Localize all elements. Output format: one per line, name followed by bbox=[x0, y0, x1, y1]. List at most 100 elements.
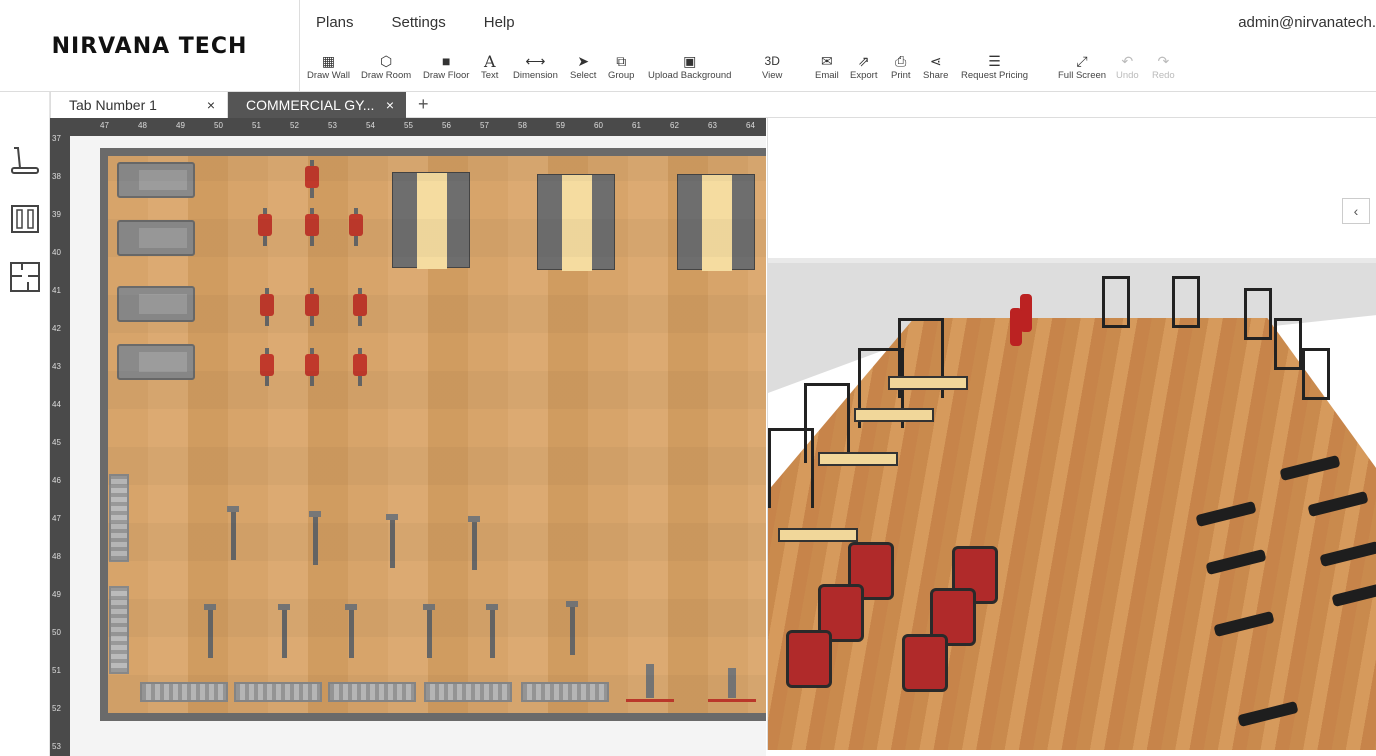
power-rack[interactable] bbox=[392, 172, 470, 269]
dumbbell-rack[interactable] bbox=[424, 682, 512, 702]
undo-button[interactable]: ↶ Undo bbox=[1116, 52, 1139, 82]
3d-cable-station[interactable] bbox=[1244, 288, 1272, 340]
ruler-tick-label: 42 bbox=[52, 324, 61, 333]
draw-wall-button[interactable]: ▦ Draw Wall bbox=[307, 52, 350, 82]
menu-help[interactable]: Help bbox=[484, 14, 515, 31]
3d-spin-bike[interactable] bbox=[902, 634, 948, 692]
weight-bench[interactable] bbox=[385, 514, 399, 568]
ruler-tick-label: 64 bbox=[746, 121, 755, 130]
menu-plans[interactable]: Plans bbox=[316, 14, 354, 31]
3d-punching-bag[interactable] bbox=[1010, 308, 1022, 346]
treadmill[interactable] bbox=[117, 220, 195, 256]
menu-settings[interactable]: Settings bbox=[392, 14, 446, 31]
power-rack[interactable] bbox=[677, 174, 755, 271]
ruler-tick-label: 61 bbox=[632, 121, 641, 130]
cable-machine[interactable] bbox=[708, 668, 756, 702]
redo-button[interactable]: ↷ Redo bbox=[1152, 52, 1175, 82]
ruler-tick-label: 62 bbox=[670, 121, 679, 130]
weight-bench[interactable] bbox=[308, 511, 322, 565]
user-email[interactable]: admin@nirvanatech. bbox=[1238, 14, 1376, 31]
spin-bike[interactable] bbox=[301, 156, 323, 202]
spin-bike[interactable] bbox=[349, 284, 371, 330]
tab-number-1[interactable]: Tab Number 1 × bbox=[50, 92, 228, 118]
spin-bike[interactable] bbox=[256, 284, 278, 330]
expand-icon: ⤢ bbox=[1076, 52, 1088, 69]
group-icon: ⧉ bbox=[616, 52, 627, 69]
select-button[interactable]: ➤ Select bbox=[570, 52, 596, 82]
weight-bench[interactable] bbox=[422, 604, 436, 658]
ruler-tick-label: 58 bbox=[518, 121, 527, 130]
close-icon[interactable]: × bbox=[386, 97, 394, 113]
3d-power-rack[interactable] bbox=[768, 428, 814, 508]
ruler-tick-label: 45 bbox=[52, 438, 61, 447]
3d-view-button[interactable]: 3D View bbox=[762, 52, 782, 81]
ruler-tick-label: 38 bbox=[52, 172, 61, 181]
dumbbell-rack[interactable] bbox=[140, 682, 228, 702]
ruler-tick-label: 47 bbox=[100, 121, 109, 130]
weight-bench[interactable] bbox=[344, 604, 358, 658]
request-pricing-button[interactable]: ☰ Request Pricing bbox=[961, 52, 1028, 82]
spin-bike[interactable] bbox=[345, 204, 367, 250]
3d-spin-bike[interactable] bbox=[786, 630, 832, 688]
treadmill[interactable] bbox=[117, 162, 195, 198]
weight-bench[interactable] bbox=[277, 604, 291, 658]
cable-machine[interactable] bbox=[626, 664, 674, 702]
text-button[interactable]: A Text bbox=[481, 52, 498, 82]
group-button[interactable]: ⧉ Group bbox=[608, 52, 634, 82]
spin-bike[interactable] bbox=[301, 204, 323, 250]
upload-background-button[interactable]: ▣ Upload Background bbox=[648, 52, 731, 82]
weight-bench[interactable] bbox=[467, 516, 481, 570]
export-button[interactable]: ⇗ Export bbox=[850, 52, 877, 82]
gym-room[interactable] bbox=[100, 148, 766, 721]
spin-bike[interactable] bbox=[254, 204, 276, 250]
spin-bike[interactable] bbox=[349, 344, 371, 390]
treadmill[interactable] bbox=[117, 344, 195, 380]
weight-bench[interactable] bbox=[565, 601, 579, 655]
power-rack[interactable] bbox=[537, 174, 615, 271]
ruler-tick-label: 48 bbox=[52, 552, 61, 561]
dumbbell-rack[interactable] bbox=[234, 682, 322, 702]
rack-icon[interactable] bbox=[8, 202, 42, 236]
export-icon: ⇗ bbox=[857, 52, 870, 69]
dumbbell-rack[interactable] bbox=[521, 682, 609, 702]
3d-platform bbox=[818, 452, 898, 466]
tab-label: COMMERCIAL GY... bbox=[246, 97, 375, 113]
floorplan-icon[interactable] bbox=[8, 260, 42, 294]
email-button[interactable]: ✉ Email bbox=[815, 52, 839, 82]
close-icon[interactable]: × bbox=[207, 97, 215, 113]
chevron-left-icon[interactable]: ‹ bbox=[1342, 198, 1370, 224]
dimension-button[interactable]: ⟷ Dimension bbox=[513, 52, 558, 82]
plan-2d-canvas[interactable]: 47 48 49 50 51 52 53 54 55 56 57 58 59 60 61 62 63 64 37 3… bbox=[50, 118, 766, 756]
dumbbell-rack[interactable] bbox=[109, 474, 129, 562]
ruler-tick-label: 63 bbox=[708, 121, 717, 130]
weight-bench[interactable] bbox=[203, 604, 217, 658]
weight-bench[interactable] bbox=[226, 506, 240, 560]
full-screen-button[interactable]: ⤢ Full Screen bbox=[1058, 52, 1106, 82]
3d-cable-station[interactable] bbox=[1172, 276, 1200, 328]
spin-bike[interactable] bbox=[301, 344, 323, 390]
ruler-tick-label: 56 bbox=[442, 121, 451, 130]
treadmill[interactable] bbox=[117, 286, 195, 322]
3d-cable-station[interactable] bbox=[1274, 318, 1302, 370]
undo-icon: ↶ bbox=[1121, 52, 1134, 69]
dumbbell-rack[interactable] bbox=[328, 682, 416, 702]
add-tab-button[interactable]: + bbox=[418, 94, 429, 115]
spin-bike[interactable] bbox=[256, 344, 278, 390]
cube-icon: ⬡ bbox=[379, 52, 393, 69]
image-icon: ▣ bbox=[683, 52, 697, 69]
dumbbell-rack[interactable] bbox=[109, 586, 129, 674]
print-button[interactable]: ⎙ Print bbox=[891, 52, 911, 82]
treadmill-icon[interactable] bbox=[8, 144, 42, 178]
weight-bench[interactable] bbox=[485, 604, 499, 658]
ruler-tick-label: 55 bbox=[404, 121, 413, 130]
3d-cable-station[interactable] bbox=[1302, 348, 1330, 400]
brand-logo[interactable]: NIRVANA TECH bbox=[0, 0, 300, 92]
ruler-tick-label: 53 bbox=[52, 742, 61, 751]
draw-room-button[interactable]: ⬡ Draw Room bbox=[361, 52, 411, 82]
draw-floor-button[interactable]: ■ Draw Floor bbox=[423, 52, 469, 81]
tab-commercial-gym[interactable]: COMMERCIAL GY... × bbox=[228, 92, 406, 118]
3d-cable-station[interactable] bbox=[1102, 276, 1130, 328]
share-button[interactable]: ⋖ Share bbox=[923, 52, 948, 82]
view-3d-panel[interactable]: ‹ bbox=[767, 118, 1376, 750]
spin-bike[interactable] bbox=[301, 284, 323, 330]
